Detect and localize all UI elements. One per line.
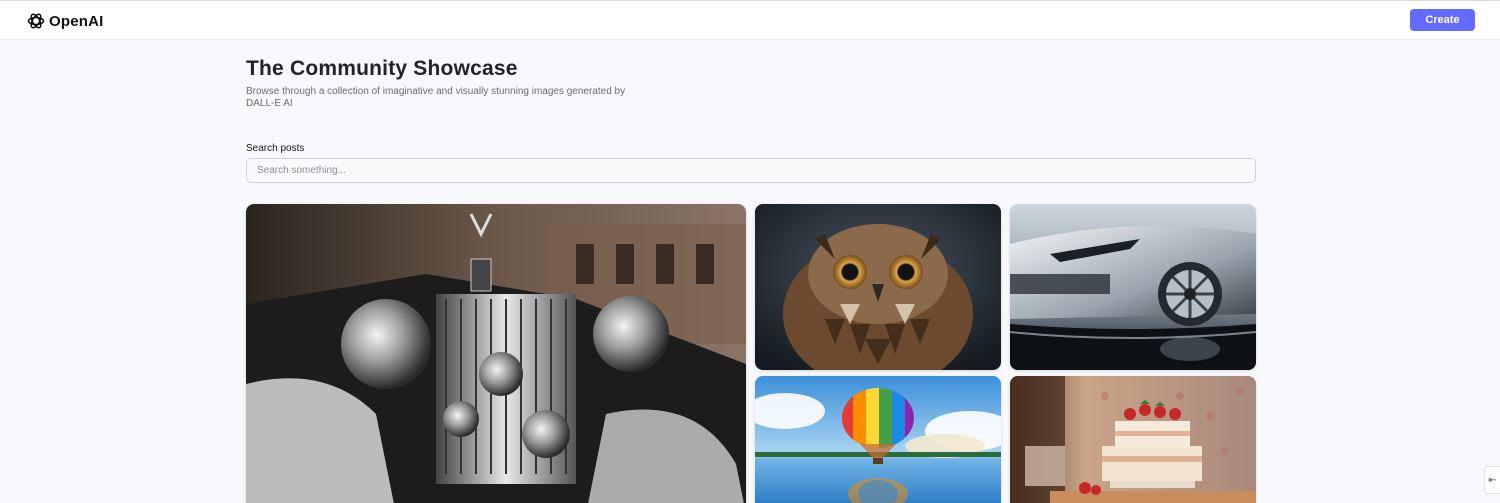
search-label: Search posts [246,143,305,154]
collapse-arrow-icon[interactable]: ⇤ [1484,466,1500,494]
owl-image [755,204,1001,370]
create-button[interactable]: Create [1410,9,1475,31]
brand-name: OpenAI [49,12,104,30]
gallery-card-cake[interactable] [1010,376,1256,503]
vintage-car-image [246,204,746,503]
gallery-card-vintage-car[interactable] [246,204,746,503]
page-subtitle: Browse through a collection of imaginati… [246,86,626,109]
hot-air-balloon-image [755,376,1001,503]
brand-logo[interactable]: OpenAI [25,11,104,31]
cake-image [1010,376,1256,503]
page-title: The Community Showcase [246,57,518,80]
gallery-card-owl[interactable] [755,204,1001,370]
gallery-card-sports-car[interactable] [1010,204,1256,370]
search-input[interactable] [246,158,1256,183]
sports-car-image [1010,204,1256,370]
gallery-card-hot-air-balloon[interactable] [755,376,1001,503]
top-navbar: OpenAI Create [0,0,1500,40]
openai-logo-icon [27,13,45,29]
